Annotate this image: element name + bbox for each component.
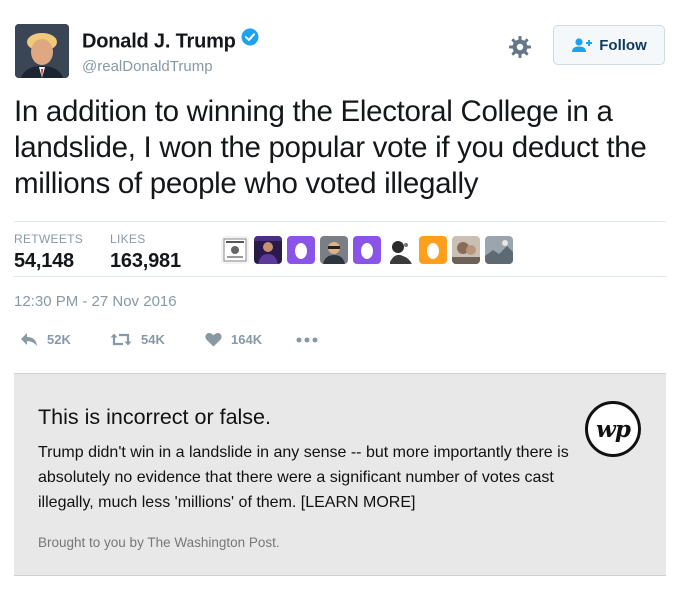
more-button[interactable] [296,332,318,347]
like-button[interactable]: 164K [205,332,262,347]
heart-icon [205,333,222,347]
display-name[interactable]: Donald J. Trump [82,28,259,54]
retweet-count: 54K [141,332,165,347]
fact-check-source: Brought to you by The Washington Post. [38,535,280,550]
liker-avatar[interactable] [221,236,249,264]
reply-count: 52K [47,332,71,347]
likes-count: 163,981 [110,250,181,272]
liker-avatar-egg[interactable] [419,236,447,264]
reply-button[interactable]: 52K [20,332,71,347]
fact-check-title: This is incorrect or false. [38,405,271,429]
tweet-timestamp[interactable]: 12:30 PM - 27 Nov 2016 [14,293,177,310]
profile-avatar[interactable] [15,24,69,78]
add-user-icon [572,38,593,52]
retweets-count: 54,148 [14,250,74,272]
liker-avatar-egg[interactable] [353,236,381,264]
likes-label: LIKES [110,232,146,246]
verified-badge-icon [241,28,259,52]
follow-button-label: Follow [599,36,647,54]
like-count: 164K [231,332,263,347]
retweet-button[interactable]: 54K [110,332,165,347]
liker-avatar[interactable] [320,236,348,264]
washington-post-logo-text: wp [596,415,631,443]
liker-avatars [221,236,513,264]
display-name-text[interactable]: Donald J. Trump [82,30,236,52]
liker-avatar[interactable] [386,236,414,264]
user-handle[interactable]: @realDonaldTrump [82,58,213,75]
follow-button[interactable]: Follow [553,25,665,65]
fact-check-body[interactable]: Trump didn't win in a landslide in any s… [38,440,593,515]
retweets-label: RETWEETS [14,232,84,246]
avatar-image [15,24,69,78]
liker-avatar-egg[interactable] [287,236,315,264]
retweets-stat[interactable]: RETWEETS 54,148 [14,232,83,273]
gear-icon[interactable] [507,34,533,60]
liker-avatar[interactable] [485,236,513,264]
divider [14,276,666,277]
liker-avatar[interactable] [452,236,480,264]
liker-avatar[interactable] [254,236,282,264]
ellipsis-icon [296,337,318,343]
tweet-text: In addition to winning the Electoral Col… [14,95,647,200]
divider [14,221,666,222]
likes-stat[interactable]: LIKES 163,981 [110,232,181,273]
reply-icon [21,333,37,346]
retweet-icon [110,333,132,346]
washington-post-logo[interactable]: wp [585,401,641,457]
